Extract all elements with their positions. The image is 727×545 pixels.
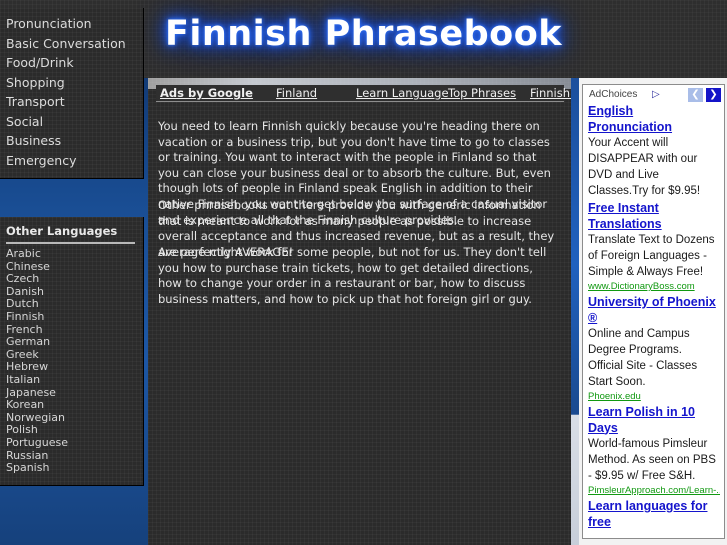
- ad-title-link[interactable]: Learn Polish in 10 Days: [588, 405, 720, 436]
- ad-title-link[interactable]: Free Instant Translations: [588, 201, 720, 232]
- ads-bar-link-finland[interactable]: Finland: [276, 86, 317, 100]
- ad-display-url[interactable]: PimsleurApproach.com/Learn-...: [588, 484, 720, 497]
- language-item-portuguese[interactable]: Portuguese: [0, 436, 143, 450]
- ad-description: Your Accent will DISAPPEAR with our DVD …: [588, 137, 701, 197]
- other-languages-title: Other Languages: [6, 224, 118, 238]
- divider: [6, 242, 135, 244]
- sidebar-item-basic-conversation[interactable]: Basic Conversation: [0, 34, 143, 54]
- adchoices-icon[interactable]: ▷: [652, 89, 660, 100]
- ad-block: Learn languages for free: [588, 499, 720, 530]
- ad-title-link[interactable]: English Pronunciation: [588, 104, 720, 135]
- ad-title-link[interactable]: University of Phoenix ®: [588, 295, 720, 326]
- adchoices-row: AdChoices ▷ ❮ ❯: [588, 88, 721, 103]
- chevron-left-icon[interactable]: ❮: [688, 88, 703, 102]
- language-item-korean[interactable]: Korean: [0, 399, 143, 412]
- ad-title-link[interactable]: Learn languages for free: [588, 499, 720, 530]
- ad-list: English Pronunciation Your Accent will DI…: [588, 104, 720, 530]
- sidebar-item-pronunciation[interactable]: Pronunciation: [0, 14, 143, 34]
- column-separator: [571, 78, 579, 545]
- language-item-czech[interactable]: Czech: [0, 273, 143, 286]
- language-item-german[interactable]: German: [0, 336, 143, 349]
- language-item-italian[interactable]: Italian: [0, 373, 143, 387]
- ad-display-url[interactable]: www.DictionaryBoss.com: [588, 280, 720, 293]
- language-item-arabic[interactable]: Arabic: [0, 247, 143, 261]
- sidebar-item-social[interactable]: Social: [0, 112, 143, 132]
- sidebar-item-emergency[interactable]: Emergency: [0, 151, 143, 171]
- right-ad-sidebar: AdChoices ▷ ❮ ❯ English Pronunciation You…: [579, 78, 727, 545]
- ad-display-url[interactable]: Phoenix.edu: [588, 390, 720, 403]
- ad-block: Free Instant Translations Translate Text …: [588, 201, 720, 293]
- language-item-finnish[interactable]: Finnish: [0, 310, 143, 324]
- main-navigation: Pronunciation Basic Conversation Food/Drin…: [0, 8, 144, 179]
- sidebar-item-transport[interactable]: Transport: [0, 92, 143, 112]
- other-languages-navigation: Other Languages Arabic Chinese Czech Danish…: [0, 217, 144, 486]
- ad-block: University of Phoenix ® Online and Campus…: [588, 295, 720, 403]
- intro-paragraph-3: Average might work for some people, but …: [158, 245, 547, 306]
- sidebar-item-food-drink[interactable]: Food/Drink: [0, 53, 143, 73]
- ads-by-google-label[interactable]: Ads by Google: [160, 86, 253, 100]
- ads-bar-link-top-phrases[interactable]: Top Phrases: [448, 86, 516, 100]
- ads-by-google-bar: Ads by Google Finland Learn Language Top Ph…: [156, 85, 611, 102]
- adchoices-label: AdChoices: [589, 89, 638, 100]
- ad-description: World-famous Pimsleur Method. As seen on…: [588, 438, 716, 482]
- ad-description: Online and Campus Degree Programs. Offic…: [588, 328, 698, 388]
- ads-bar-link-learn-language[interactable]: Learn Language: [356, 86, 449, 100]
- chevron-right-icon[interactable]: ❯: [706, 88, 721, 102]
- ad-description: Translate Text to Dozens of Foreign Lang…: [588, 234, 715, 278]
- sidebar-item-business[interactable]: Business: [0, 131, 143, 151]
- sidebar-item-shopping[interactable]: Shopping: [0, 73, 143, 93]
- ad-block: Learn Polish in 10 Days World-famous Pims…: [588, 405, 720, 497]
- ad-block: English Pronunciation Your Accent will DI…: [588, 104, 720, 199]
- google-ads-panel: AdChoices ▷ ❮ ❯ English Pronunciation You…: [582, 84, 725, 539]
- language-item-spanish[interactable]: Spanish: [0, 461, 143, 475]
